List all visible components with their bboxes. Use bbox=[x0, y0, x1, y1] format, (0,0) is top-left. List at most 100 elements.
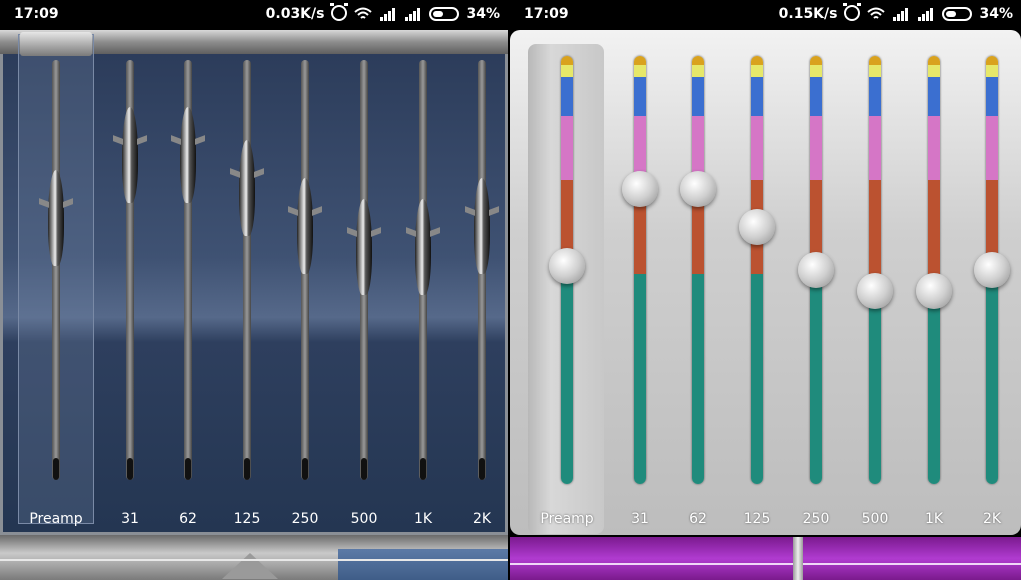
dolphin-knob-4[interactable] bbox=[288, 178, 322, 278]
status-icons: 0.03K/s 34% bbox=[265, 3, 500, 22]
preamp-cap bbox=[20, 32, 92, 56]
slider-track-right-2[interactable] bbox=[692, 56, 704, 484]
track-segment bbox=[561, 77, 573, 117]
track-end bbox=[479, 458, 485, 480]
track-segment bbox=[561, 274, 573, 484]
slider-track-right-3[interactable] bbox=[751, 56, 763, 484]
signal-icon bbox=[380, 8, 396, 21]
track-segment bbox=[986, 115, 998, 182]
track-segment bbox=[810, 115, 822, 182]
battery-icon bbox=[429, 7, 460, 21]
alarm-icon bbox=[843, 3, 862, 21]
slider-knob-2[interactable] bbox=[680, 170, 716, 207]
track-segment bbox=[928, 115, 940, 182]
band-label-right: 125 bbox=[743, 511, 771, 527]
status-bar: 17:09 0.03K/s 34% bbox=[0, 0, 508, 30]
band-label-right: 62 bbox=[689, 511, 707, 527]
dolphin-knob-0[interactable] bbox=[39, 169, 73, 270]
track-end bbox=[420, 458, 426, 480]
visualizer-window bbox=[338, 549, 508, 580]
track-segment bbox=[561, 64, 573, 79]
status-time-right: 17:09 bbox=[524, 6, 569, 22]
visualizer-bar-right bbox=[510, 537, 1021, 580]
track-segment bbox=[634, 77, 646, 117]
track-end bbox=[361, 458, 367, 480]
band-label: 500 bbox=[350, 511, 378, 527]
band-label-right: 31 bbox=[631, 511, 649, 527]
slider-track-right-6[interactable] bbox=[928, 56, 940, 484]
band-label-right: 250 bbox=[802, 511, 830, 527]
band-label: 62 bbox=[179, 511, 197, 527]
track-segment bbox=[986, 77, 998, 117]
slider-knob-7[interactable] bbox=[974, 252, 1010, 288]
slider-track-3[interactable] bbox=[243, 60, 251, 480]
visualizer-bar bbox=[0, 535, 508, 580]
track-segment bbox=[751, 274, 763, 484]
track-segment bbox=[634, 274, 646, 484]
balance-handle-right[interactable] bbox=[793, 537, 803, 580]
band-label-right: Preamp bbox=[540, 511, 594, 527]
band-label: Preamp bbox=[29, 511, 83, 527]
track-segment bbox=[692, 274, 704, 484]
status-time: 17:09 bbox=[14, 6, 59, 22]
battery-percent: 34% bbox=[466, 6, 500, 22]
dolphin-knob-7[interactable] bbox=[465, 178, 499, 278]
track-segment bbox=[986, 274, 998, 484]
equalizer-panel-left: 17:09 0.03K/s 34% Preamp 31 62 125 250 500 1K 2… bbox=[0, 0, 508, 580]
dolphin-knob-1[interactable] bbox=[113, 106, 147, 207]
track-segment bbox=[869, 64, 881, 79]
network-speed: 0.03K/s bbox=[265, 6, 325, 22]
status-icons-right: 0.15K/s 34% bbox=[778, 3, 1013, 22]
battery-icon bbox=[942, 7, 973, 21]
equalizer-panel-right: 17:09 0.15K/s 34% Preamp 31 62 125 250 500 1K 2… bbox=[510, 0, 1021, 580]
band-label-right: 500 bbox=[861, 511, 889, 527]
track-segment bbox=[928, 64, 940, 79]
track-end bbox=[127, 458, 133, 480]
track-segment bbox=[986, 64, 998, 79]
signal-icon-2 bbox=[918, 8, 934, 21]
signal-icon-2 bbox=[405, 8, 421, 21]
slider-track-right-1[interactable] bbox=[634, 56, 646, 484]
band-label-right: 1K bbox=[924, 511, 944, 527]
track-segment bbox=[810, 274, 822, 484]
track-segment bbox=[810, 64, 822, 79]
track-end bbox=[302, 458, 308, 480]
track-segment bbox=[692, 64, 704, 79]
slider-knob-1[interactable] bbox=[622, 170, 658, 207]
band-label: 1K bbox=[413, 511, 433, 527]
band-label: 125 bbox=[233, 511, 261, 527]
track-segment bbox=[869, 77, 881, 117]
track-segment bbox=[751, 64, 763, 79]
track-end bbox=[244, 458, 250, 480]
track-segment bbox=[561, 115, 573, 182]
visualizer-wave bbox=[0, 559, 508, 561]
track-segment bbox=[634, 64, 646, 79]
slider-track-right-5[interactable] bbox=[869, 56, 881, 484]
track-end bbox=[185, 458, 191, 480]
band-label-right: 2K bbox=[982, 511, 1002, 527]
band-label: 31 bbox=[121, 511, 139, 527]
dolphin-knob-6[interactable] bbox=[406, 199, 440, 299]
visualizer-wave-right bbox=[510, 563, 1021, 565]
track-segment bbox=[869, 115, 881, 182]
dolphin-knob-2[interactable] bbox=[171, 106, 205, 207]
slider-track-0[interactable] bbox=[52, 60, 60, 480]
band-label: 2K bbox=[472, 511, 492, 527]
dolphin-knob-5[interactable] bbox=[347, 199, 381, 299]
wifi-icon bbox=[867, 7, 886, 19]
band-label: 250 bbox=[291, 511, 319, 527]
track-end bbox=[53, 458, 59, 480]
slider-knob-0[interactable] bbox=[549, 247, 585, 284]
dolphin-knob-3[interactable] bbox=[230, 140, 264, 240]
track-segment bbox=[751, 115, 763, 182]
track-segment bbox=[692, 77, 704, 117]
track-segment bbox=[928, 77, 940, 117]
battery-percent-right: 34% bbox=[979, 6, 1013, 22]
balance-handle[interactable] bbox=[222, 553, 278, 579]
slider-knob-3[interactable] bbox=[739, 209, 775, 246]
status-bar-right: 17:09 0.15K/s 34% bbox=[510, 0, 1021, 30]
track-segment bbox=[928, 180, 940, 276]
slider-knob-4[interactable] bbox=[798, 252, 834, 288]
alarm-icon bbox=[330, 3, 349, 21]
network-speed-right: 0.15K/s bbox=[778, 6, 838, 22]
